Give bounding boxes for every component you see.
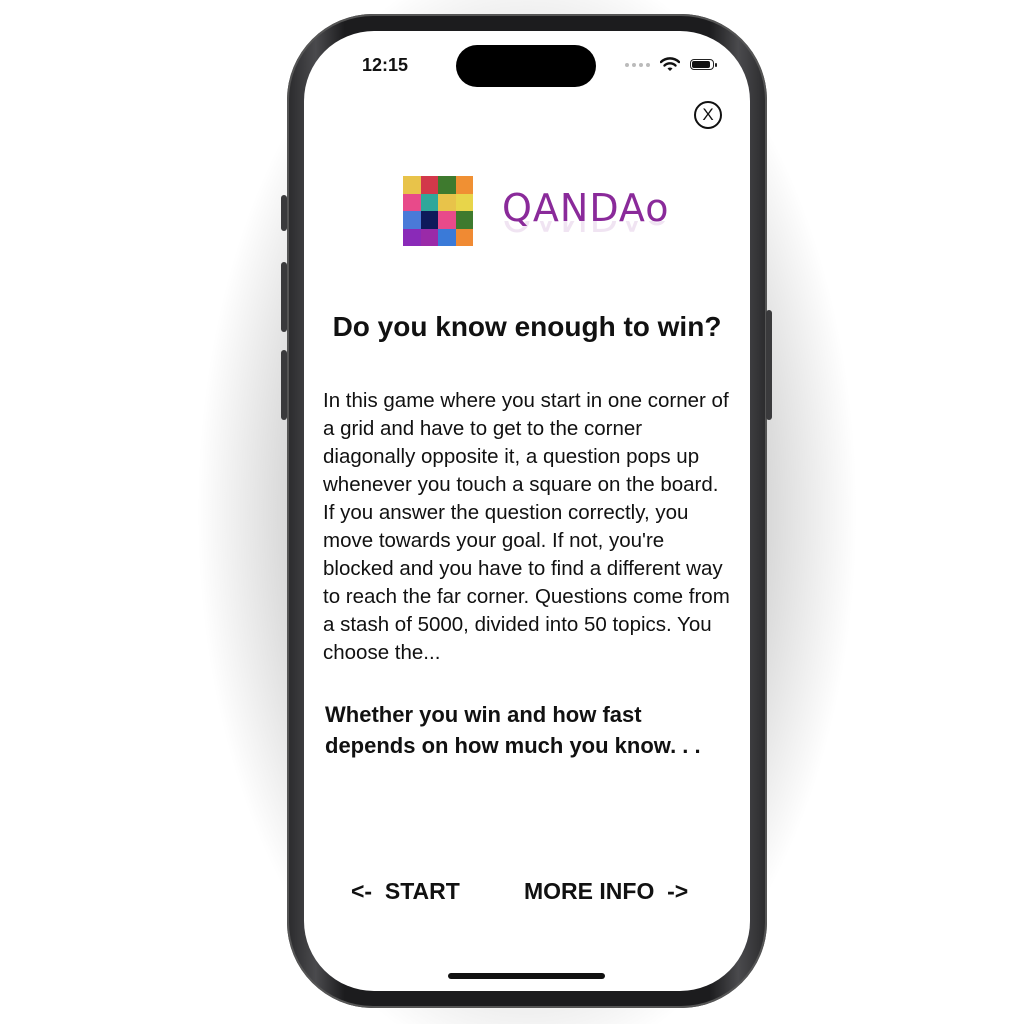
- phone-power-button: [766, 310, 772, 420]
- more-info-button[interactable]: MORE INFO ->: [524, 878, 688, 905]
- page-headline: Do you know enough to win?: [332, 311, 722, 342]
- logo-tile: [420, 176, 438, 194]
- phone-volume-down-button: [281, 350, 287, 420]
- description-text: In this game where you start in one corn…: [323, 389, 730, 664]
- logo-tile: [455, 193, 473, 211]
- wifi-icon: [660, 57, 680, 71]
- logo-tile: [455, 176, 473, 194]
- logo-tile: [455, 211, 473, 229]
- logo-tile: [403, 228, 421, 246]
- app-screen: 12:15 X QANDAo QANDAo Do you know enough…: [304, 31, 750, 991]
- logo-wordmark-reflection: QANDAo: [502, 221, 670, 239]
- logo-tile: [455, 228, 473, 246]
- logo-mosaic-icon: [403, 176, 473, 246]
- start-button[interactable]: <- START: [351, 878, 460, 905]
- logo-tile: [438, 211, 456, 229]
- home-indicator[interactable]: [448, 973, 605, 979]
- tagline-text: Whether you win and how fast depends on …: [325, 702, 701, 758]
- logo-tile: [420, 211, 438, 229]
- status-icons: [625, 57, 717, 72]
- logo-tile: [403, 176, 421, 194]
- close-button[interactable]: X: [694, 101, 722, 129]
- close-icon: X: [702, 105, 714, 124]
- status-time: 12:15: [362, 55, 409, 75]
- phone-volume-up-button: [281, 262, 287, 332]
- dynamic-island: [456, 45, 596, 87]
- logo-tile: [403, 193, 421, 211]
- logo-tile: [438, 193, 456, 211]
- battery-icon: [690, 59, 717, 70]
- logo-tile: [403, 211, 421, 229]
- signal-dots-icon: [625, 62, 650, 67]
- logo-tile: [420, 193, 438, 211]
- phone-action-button: [281, 195, 287, 231]
- logo-tile: [420, 228, 438, 246]
- logo-tile: [438, 176, 456, 194]
- logo-tile: [438, 228, 456, 246]
